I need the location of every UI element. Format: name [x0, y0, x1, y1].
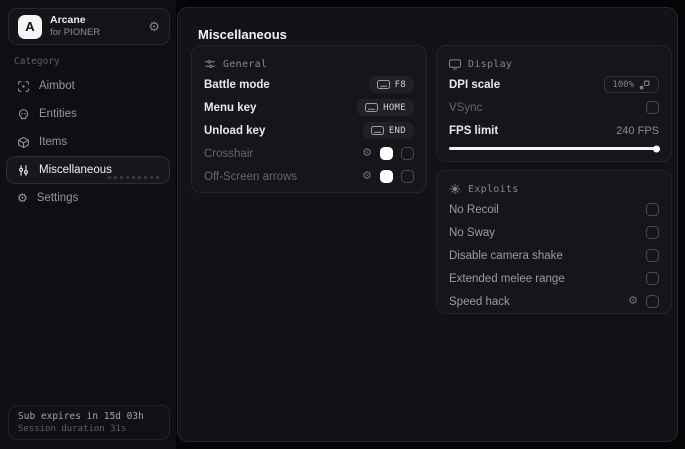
sliders-icon — [17, 164, 30, 177]
unload-key-label: Unload key — [204, 124, 266, 137]
sidebar-nav: Aimbot Entities Items Miscellaneous ⚙ Se… — [6, 72, 170, 212]
app-header: A Arcane for PIONER ⚙ — [8, 8, 170, 45]
setting-row-no-sway: No Sway — [449, 221, 659, 244]
vsync-checkbox[interactable] — [646, 101, 659, 114]
keyboard-icon — [370, 126, 384, 135]
sidebar-item-items[interactable]: Items — [6, 128, 170, 156]
sidebar: A Arcane for PIONER ⚙ Category Aimbot En… — [0, 0, 176, 449]
unload-key-keybind[interactable]: END — [362, 122, 414, 139]
session-duration-text: Session duration 31s — [18, 424, 127, 434]
monitor-icon — [449, 58, 461, 70]
exploits-card: Exploits No Recoil No Sway Disable camer… — [436, 170, 672, 314]
extended-melee-range-checkbox[interactable] — [646, 272, 659, 285]
offscreen-arrows-label: Off-Screen arrows — [204, 170, 298, 183]
dpi-scale-label: DPI scale — [449, 78, 501, 91]
crosshair-viewfinder-icon — [17, 80, 30, 93]
exploits-header-label: Exploits — [468, 183, 519, 195]
vsync-label: VSync — [449, 101, 483, 114]
battle-mode-label: Battle mode — [204, 78, 270, 91]
gear-icon[interactable]: ⚙ — [362, 171, 372, 182]
keyboard-icon — [376, 80, 390, 89]
sidebar-item-entities[interactable]: Entities — [6, 100, 170, 128]
dotted-decoration — [108, 176, 160, 179]
setting-row-offscreen-arrows: Off-Screen arrows ⚙ — [204, 165, 414, 188]
dpi-scale-select[interactable]: 100% — [604, 76, 659, 93]
sidebar-item-label: Miscellaneous — [39, 164, 112, 176]
skull-icon — [17, 108, 30, 121]
sidebar-item-label: Items — [39, 136, 68, 148]
crosshair-color-swatch[interactable] — [380, 147, 393, 160]
display-header-label: Display — [468, 58, 513, 70]
sidebar-item-label: Aimbot — [39, 80, 75, 92]
slider-knob[interactable] — [653, 145, 660, 152]
sidebar-item-aimbot[interactable]: Aimbot — [6, 72, 170, 100]
no-recoil-label: No Recoil — [449, 203, 499, 216]
offscreen-checkbox[interactable] — [401, 170, 414, 183]
sidebar-item-miscellaneous[interactable]: Miscellaneous — [6, 156, 170, 184]
general-header-label: General — [223, 58, 268, 70]
fps-limit-slider[interactable] — [449, 145, 660, 152]
exploits-card-header: Exploits — [449, 180, 659, 198]
sidebar-item-settings[interactable]: ⚙ Settings — [6, 184, 170, 212]
crosshair-checkbox[interactable] — [401, 147, 414, 160]
setting-row-fps-limit: FPS limit 240 FPS — [449, 119, 659, 142]
category-label: Category — [14, 56, 60, 67]
speed-hack-checkbox[interactable] — [646, 295, 659, 308]
main-panel: Miscellaneous General Battle mode F8 Men… — [177, 7, 678, 442]
bug-icon — [449, 183, 461, 195]
setting-row-menu-key: Menu key HOME — [204, 96, 414, 119]
setting-row-dpi-scale: DPI scale 100% — [449, 73, 659, 96]
extended-melee-range-label: Extended melee range — [449, 272, 565, 285]
sidebar-item-label: Entities — [39, 108, 77, 120]
menu-key-keybind[interactable]: HOME — [357, 99, 414, 116]
setting-row-no-recoil: No Recoil — [449, 198, 659, 221]
keyboard-icon — [365, 103, 379, 112]
disable-camera-shake-checkbox[interactable] — [646, 249, 659, 262]
speed-hack-label: Speed hack — [449, 295, 510, 308]
gear-icon[interactable]: ⚙ — [148, 20, 160, 33]
no-sway-checkbox[interactable] — [646, 226, 659, 239]
setting-row-crosshair: Crosshair ⚙ — [204, 142, 414, 165]
fps-limit-value: 240 FPS — [616, 124, 659, 137]
setting-row-disable-camera-shake: Disable camera shake — [449, 244, 659, 267]
no-sway-label: No Sway — [449, 226, 496, 239]
sub-expires-text: Sub expires in 15d 03h — [18, 411, 144, 422]
setting-row-vsync: VSync — [449, 96, 659, 119]
gear-icon: ⚙ — [17, 191, 28, 205]
display-card: Display DPI scale 100% VSync FPS limit 2… — [436, 45, 672, 162]
menu-key-label: Menu key — [204, 101, 257, 114]
display-card-header: Display — [449, 55, 659, 73]
setting-row-extended-melee-range: Extended melee range — [449, 267, 659, 290]
setting-row-unload-key: Unload key END — [204, 119, 414, 142]
gear-icon[interactable]: ⚙ — [628, 296, 638, 307]
gear-icon[interactable]: ⚙ — [362, 148, 372, 159]
offscreen-color-swatch[interactable] — [380, 170, 393, 183]
grid-sliders-icon — [204, 58, 216, 70]
setting-row-speed-hack: Speed hack ⚙ — [449, 290, 659, 313]
battle-mode-keybind[interactable]: F8 — [368, 76, 414, 93]
app-title-block: Arcane for PIONER — [50, 15, 100, 38]
no-recoil-checkbox[interactable] — [646, 203, 659, 216]
app-logo: A — [18, 14, 42, 39]
crosshair-label: Crosshair — [204, 147, 254, 160]
sidebar-item-label: Settings — [36, 192, 79, 204]
scale-icon — [639, 80, 650, 89]
general-card-header: General — [204, 55, 414, 73]
general-card: General Battle mode F8 Menu key HOME Unl… — [191, 45, 427, 193]
page-title: Miscellaneous — [198, 27, 287, 42]
cube-icon — [17, 136, 30, 149]
app-name: Arcane — [50, 14, 86, 26]
disable-camera-shake-label: Disable camera shake — [449, 249, 563, 262]
fps-limit-label: FPS limit — [449, 124, 499, 137]
app-subtitle: for PIONER — [50, 27, 101, 38]
setting-row-battle-mode: Battle mode F8 — [204, 73, 414, 96]
subscription-info-card: Sub expires in 15d 03h Session duration … — [8, 405, 170, 440]
